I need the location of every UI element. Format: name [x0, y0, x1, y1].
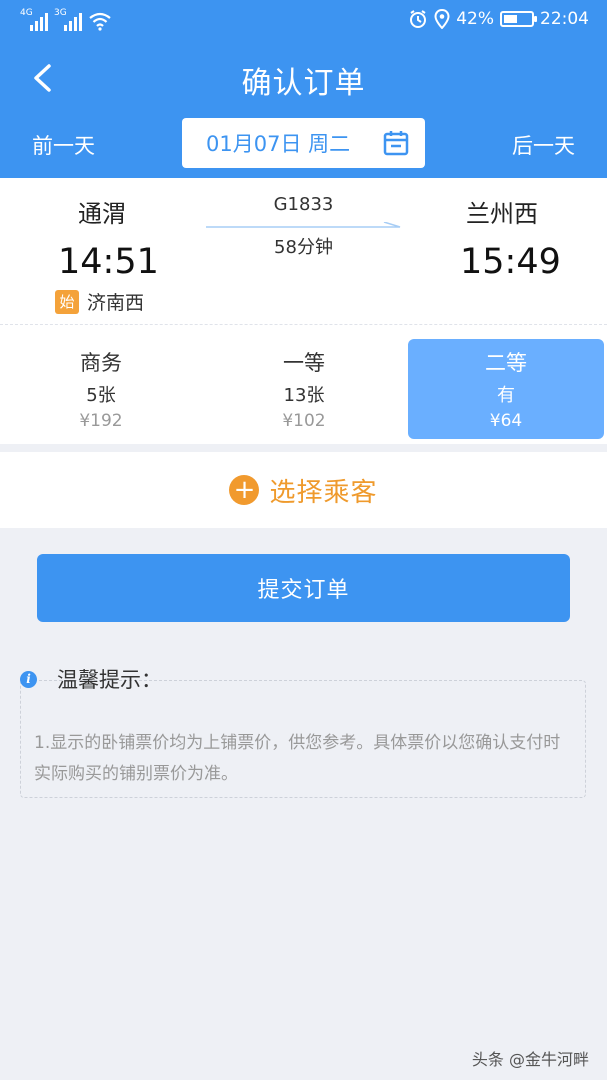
signal-icon: 4G [20, 9, 48, 31]
status-left: 4G 3G [20, 9, 112, 31]
seat-count: 有 [497, 385, 515, 406]
wifi-icon [89, 12, 111, 31]
battery-icon [500, 11, 537, 27]
select-passenger-label: 选择乘客 [269, 477, 378, 508]
seat-class: 二等 [485, 351, 527, 375]
origin-row: 始 济南西 [55, 288, 144, 315]
date-picker[interactable]: 01月07日 周二 [182, 118, 425, 168]
date-text: 01月07日 周二 [206, 132, 351, 156]
battery-percent: 42% [456, 9, 494, 29]
seat-price: ¥192 [79, 411, 123, 431]
prev-day-button[interactable]: 前一天 [32, 130, 95, 160]
seat-price: ¥102 [282, 411, 326, 431]
status-bar: 4G 3G 42% 22:04 [0, 0, 607, 42]
seat-price: ¥64 [489, 411, 523, 431]
date-row: 前一天 01月07日 周二 后一天 [0, 118, 607, 170]
status-right: 42% 22:04 [408, 9, 589, 29]
clock: 22:04 [540, 9, 589, 29]
info-icon: i [20, 670, 37, 688]
seat-class: 一等 [283, 351, 325, 375]
next-day-button[interactable]: 后一天 [512, 130, 575, 160]
alarm-icon [410, 10, 427, 28]
submit-order-button[interactable]: 提交订单 [37, 554, 570, 622]
header: 4G 3G 42% 22:04 确认订单 前一天 01月07日 周二 后一天 [0, 0, 607, 178]
seat-option-business[interactable]: 商务 5张 ¥192 [0, 339, 202, 439]
origin-badge: 始 [55, 289, 79, 314]
seat-count: 13张 [283, 385, 325, 406]
seat-option-second-selected[interactable]: 二等 有 ¥64 [408, 339, 604, 439]
origin-station: 济南西 [87, 292, 145, 314]
title-bar: 确认订单 [0, 50, 607, 106]
seat-selection: 商务 5张 ¥192 一等 13张 ¥102 二等 有 ¥64 [0, 324, 607, 444]
calendar-icon [383, 131, 409, 156]
seat-option-first[interactable]: 一等 13张 ¥102 [202, 339, 406, 439]
tips-text: 1.显示的卧铺票价均为上铺票价，供您参考。具体票价以您确认支付时实际购买的铺别票… [34, 733, 561, 784]
page-title: 确认订单 [241, 66, 366, 101]
location-icon [434, 9, 450, 29]
seat-count: 5张 [86, 385, 116, 406]
tips-header: i 温馨提示： [20, 664, 162, 694]
plus-icon: + [229, 475, 260, 505]
watermark: 头条 @金牛河畔 [471, 1050, 589, 1069]
tips-title: 温馨提示： [57, 668, 162, 692]
arrival-station: 兰州西 [466, 200, 538, 228]
signal-icon: 3G [54, 9, 82, 31]
arrival-time: 15:49 [460, 242, 561, 282]
select-passenger-button[interactable]: + 选择乘客 [0, 452, 607, 528]
train-info-card: 通渭 G1833 兰州西 14:51 58分钟 15:49 始 济南西 [0, 178, 607, 324]
arrow-icon [206, 222, 401, 228]
seat-class: 商务 [80, 351, 122, 375]
